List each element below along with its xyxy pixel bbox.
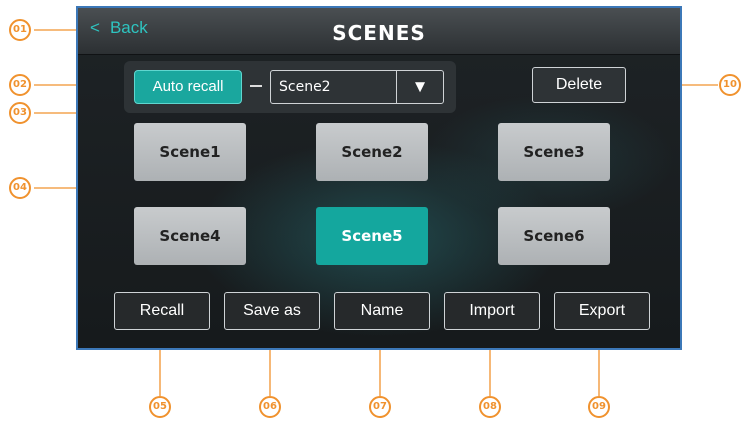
scene-button-5[interactable]: Scene5	[316, 207, 428, 265]
callout-06: 06	[259, 396, 281, 418]
selected-scene-value: Scene2	[279, 79, 331, 95]
scene-button-6[interactable]: Scene6	[498, 207, 610, 265]
scene-button-3[interactable]: Scene3	[498, 123, 610, 181]
auto-recall-button[interactable]: Auto recall	[134, 70, 242, 104]
callout-04: 04	[9, 177, 31, 199]
triangle-down-icon: ▼	[411, 77, 429, 96]
callout-02: 02	[9, 74, 31, 96]
delete-button[interactable]: Delete	[532, 67, 626, 103]
page-title: SCENES	[332, 21, 426, 45]
callout-09: 09	[588, 396, 610, 418]
name-button[interactable]: Name	[334, 292, 430, 330]
dropdown-toggle[interactable]: ▼	[396, 71, 443, 103]
callout-05: 05	[149, 396, 171, 418]
save-as-button[interactable]: Save as	[224, 292, 320, 330]
callout-01: 01	[9, 19, 31, 41]
callout-03: 03	[9, 102, 31, 124]
scene-button-1[interactable]: Scene1	[134, 123, 246, 181]
scene-select-dropdown[interactable]: Scene2 ▼	[270, 70, 444, 104]
scenes-screen: < Back SCENES Auto recall Scene2 ▼ Delete…	[76, 6, 682, 350]
callout-08: 08	[479, 396, 501, 418]
callout-07: 07	[369, 396, 391, 418]
scene-button-2[interactable]: Scene2	[316, 123, 428, 181]
dash-separator	[250, 85, 262, 87]
export-button[interactable]: Export	[554, 292, 650, 330]
title-bar: < Back SCENES	[78, 8, 680, 55]
scene-button-4[interactable]: Scene4	[134, 207, 246, 265]
auto-recall-group: Auto recall Scene2 ▼	[124, 61, 456, 113]
import-button[interactable]: Import	[444, 292, 540, 330]
recall-button[interactable]: Recall	[114, 292, 210, 330]
callout-10: 10	[719, 74, 741, 96]
